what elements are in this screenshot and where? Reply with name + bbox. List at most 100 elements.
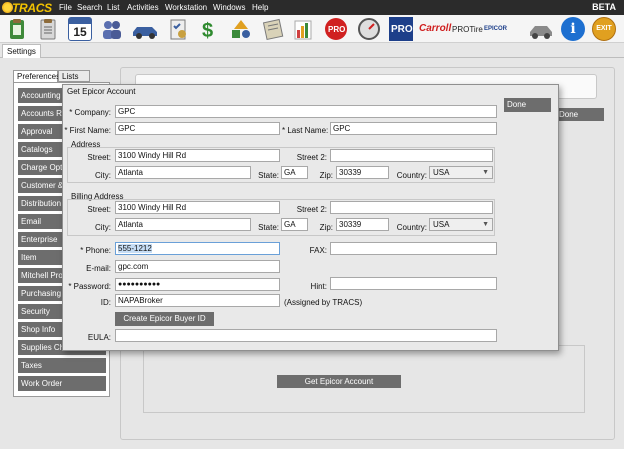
menu-list[interactable]: List (107, 3, 119, 12)
chevron-down-icon: ▼ (482, 169, 489, 176)
protire-icon[interactable]: PROTire (452, 17, 483, 41)
company-label: * Company: (69, 108, 111, 117)
sidebar-item-work-order[interactable]: Work Order (18, 376, 106, 391)
tab-lists[interactable]: Lists (58, 70, 90, 82)
hint-label: Hint: (310, 282, 327, 291)
svg-text:PRO: PRO (328, 25, 345, 34)
dialog-done-button[interactable]: Done (504, 98, 551, 112)
shapes-icon[interactable] (229, 17, 253, 41)
billing-city-field[interactable]: Atlanta (115, 218, 251, 231)
carroll-label: Carroll (419, 23, 452, 34)
password-label: * Password: (68, 282, 111, 291)
toolbar: 15 $ PRO PRO Carroll PROTire EPICOR i EX… (0, 15, 624, 43)
password-field[interactable]: ●●●●●●●●●● (115, 278, 280, 291)
address-street-label: Street: (87, 153, 111, 162)
protire-label: PROTire (452, 25, 483, 34)
epicor-label: EPICOR (484, 26, 508, 32)
address-city-field[interactable]: Atlanta (115, 166, 251, 179)
notebook-icon[interactable] (261, 17, 285, 41)
exit-label: EXIT (596, 25, 612, 32)
address-country-select[interactable]: USA ▼ (429, 166, 493, 179)
beta-badge: BETA (592, 2, 616, 12)
background-done-label: Done (559, 110, 579, 119)
background-done-button[interactable]: Done (559, 108, 604, 121)
billing-state-field[interactable]: GA (281, 218, 308, 231)
dialog-title: Get Epicor Account (67, 87, 136, 96)
address-state-label: State: (258, 171, 279, 180)
create-epicor-buyer-id-button[interactable]: Create Epicor Buyer ID (115, 312, 214, 326)
hint-field[interactable] (330, 277, 497, 290)
pro-label: PRO (391, 24, 413, 35)
email-label: E-mail: (86, 264, 111, 273)
phone-field[interactable]: 555-1212 (115, 242, 280, 255)
billing-street2-field[interactable] (330, 201, 493, 214)
chevron-down-icon: ▼ (482, 221, 489, 228)
pro-icon[interactable]: PRO (389, 17, 413, 41)
phone-value: 555-1212 (118, 244, 152, 253)
people-icon[interactable] (100, 17, 124, 41)
gauge-icon[interactable] (357, 17, 381, 41)
billing-street2-label: Street 2: (296, 205, 327, 214)
eula-label: EULA: (87, 333, 111, 342)
billing-zip-field[interactable]: 30339 (336, 218, 389, 231)
tab-settings[interactable]: Settings (2, 44, 41, 58)
carroll-icon[interactable]: Carroll (418, 17, 452, 41)
first-name-field[interactable]: GPC (115, 122, 280, 135)
get-epicor-account-dialog: Get Epicor Account Done * Company: GPC *… (62, 84, 559, 351)
info-icon[interactable]: i (561, 17, 585, 41)
tracs-logo: TRACS (2, 1, 52, 15)
info-label: i (570, 21, 576, 37)
logo-text: TRACS (12, 1, 52, 15)
menu-help[interactable]: Help (252, 3, 268, 12)
vehicle-icon[interactable] (527, 17, 555, 41)
last-name-field[interactable]: GPC (330, 122, 497, 135)
address-country-label: Country: (396, 171, 427, 180)
menu-bar: TRACS File Search List Activities Workst… (0, 0, 624, 15)
billing-street-label: Street: (87, 205, 111, 214)
prolink-icon[interactable]: PRO (324, 17, 348, 41)
address-street2-field[interactable] (330, 149, 493, 162)
id-field[interactable]: NAPABroker (115, 294, 280, 307)
tab-strip (0, 44, 624, 58)
menu-activities[interactable]: Activities (127, 3, 159, 12)
calendar-icon[interactable]: 15 (68, 17, 92, 41)
car-icon[interactable] (130, 17, 160, 41)
fax-field[interactable] (330, 242, 497, 255)
epicor-icon[interactable]: EPICOR (484, 17, 514, 41)
billing-zip-label: Zip: (319, 223, 333, 232)
address-country-value: USA (433, 168, 450, 177)
first-name-label: * First Name: (64, 126, 111, 135)
billing-city-label: City: (95, 223, 111, 232)
menu-search[interactable]: Search (77, 3, 102, 12)
dollar-icon[interactable]: $ (198, 17, 222, 42)
eula-field[interactable] (115, 329, 497, 342)
menu-windows[interactable]: Windows (213, 3, 245, 12)
exit-icon[interactable]: EXIT (592, 17, 616, 41)
last-name-label: * Last Name: (282, 126, 329, 135)
company-field[interactable]: GPC (115, 105, 497, 118)
address-zip-label: Zip: (319, 171, 333, 180)
tab-preferences[interactable]: Preferences (13, 70, 60, 82)
id-note: (Assigned by TRACS) (284, 298, 363, 307)
billing-country-label: Country: (396, 223, 427, 232)
bar-chart-icon[interactable] (291, 17, 315, 41)
calendar-day: 15 (73, 25, 87, 39)
checklist-icon[interactable] (166, 17, 190, 41)
phone-label: * Phone: (80, 246, 111, 255)
billing-state-label: State: (258, 223, 279, 232)
clipboard-icon[interactable] (5, 17, 29, 41)
menu-file[interactable]: File (59, 3, 72, 12)
email-field[interactable]: gpc.com (115, 260, 280, 273)
id-label: ID: (100, 298, 111, 307)
address-street-field[interactable]: 3100 Windy Hill Rd (115, 149, 280, 162)
menu-workstation[interactable]: Workstation (165, 3, 207, 12)
address-city-label: City: (95, 171, 111, 180)
billing-country-select[interactable]: USA ▼ (429, 218, 493, 231)
billing-street-field[interactable]: 3100 Windy Hill Rd (115, 201, 280, 214)
document-icon[interactable] (36, 17, 60, 41)
fax-label: FAX: (309, 246, 327, 255)
address-state-field[interactable]: GA (281, 166, 308, 179)
sidebar-item-taxes[interactable]: Taxes (18, 358, 106, 373)
get-epicor-account-button[interactable]: Get Epicor Account (277, 375, 401, 388)
address-zip-field[interactable]: 30339 (336, 166, 389, 179)
